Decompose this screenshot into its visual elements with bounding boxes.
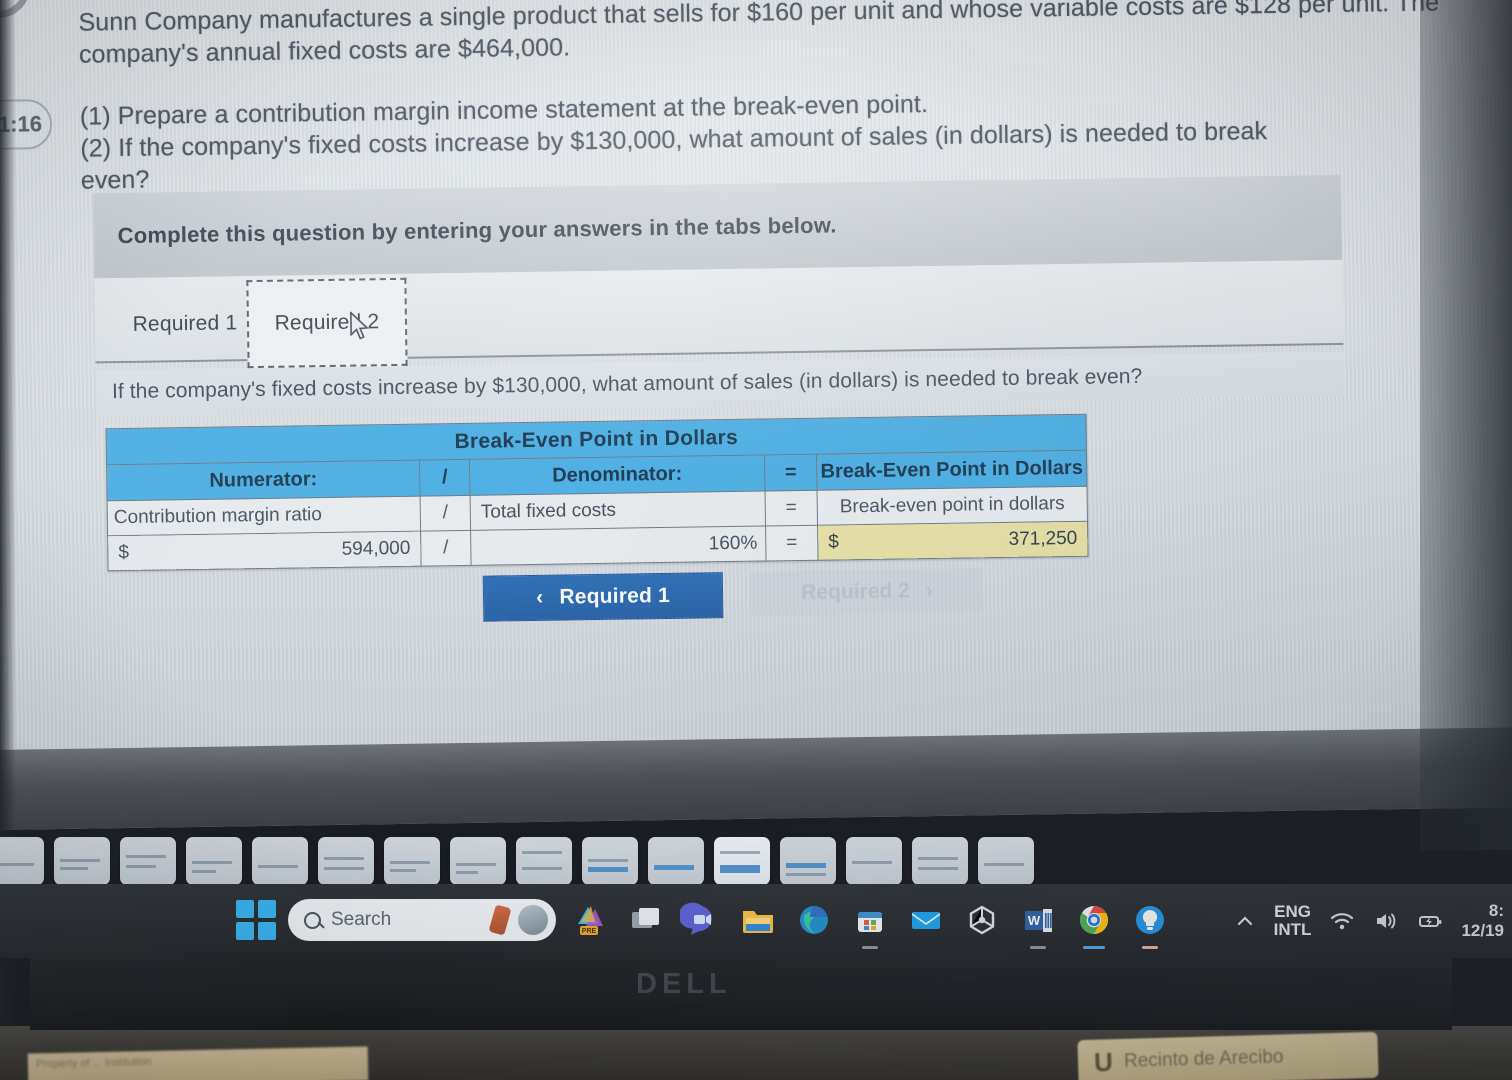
navigation-buttons: ‹ Required 1 Required 2 › [482, 568, 984, 622]
thumbnail-item[interactable] [780, 837, 836, 885]
word-icon[interactable]: W [1016, 898, 1060, 949]
dell-brand-logo: DELL [636, 968, 732, 1000]
photo-right-shadow [1420, 0, 1512, 850]
header-slash: / [419, 459, 471, 497]
thumbnail-item[interactable] [582, 837, 638, 885]
laptop-screen: :01:16 Sunn Company manufactures a singl… [0, 0, 1512, 830]
numerator-value: 594,000 [341, 537, 411, 560]
lightbulb-app-icon[interactable] [1128, 898, 1172, 949]
campus-sticker-text: Recinto de Arecibo [1123, 1046, 1284, 1072]
header-denominator: Denominator: [469, 455, 766, 496]
running-indicator-active [1083, 945, 1105, 949]
mail-icon[interactable] [904, 898, 948, 942]
chevron-left-icon: ‹ [536, 585, 544, 609]
header-result: Break-Even Point in Dollars [816, 450, 1087, 491]
task-view-icon[interactable] [624, 898, 668, 942]
tab-required-2[interactable]: Required 2 [246, 277, 408, 369]
search-icon [304, 911, 321, 929]
svg-text:PRE: PRE [582, 928, 597, 935]
volume-icon[interactable] [1373, 910, 1399, 932]
chat-teams-icon[interactable] [678, 898, 724, 942]
instruction-banner-text: Complete this question by entering your … [117, 211, 837, 248]
thumbnail-item[interactable] [846, 837, 902, 885]
thumbnail-item[interactable] [912, 837, 968, 885]
battery-charging-icon[interactable] [1417, 910, 1443, 932]
required-2-next-label: Required 2 [801, 579, 910, 604]
break-even-table: Break-Even Point in Dollars Numerator: /… [106, 414, 1089, 572]
thumbnail-item[interactable] [384, 837, 440, 885]
wifi-icon[interactable] [1329, 910, 1355, 932]
required-1-prev-button[interactable]: ‹ Required 1 [482, 572, 724, 622]
laptop-bottom-bezel [30, 952, 1452, 1030]
result-currency: $ [828, 531, 840, 553]
clock[interactable]: 8: 12/19 [1461, 901, 1504, 941]
value-numerator-cell[interactable]: $ 594,000 [107, 531, 422, 571]
language-line-1: ENG [1274, 901, 1311, 921]
value-equals: = [765, 525, 819, 561]
search-illustration-icon [488, 904, 512, 936]
edge-icon[interactable] [792, 898, 836, 942]
thumbnail-item[interactable] [120, 837, 176, 885]
task-view-thumbnail-strip[interactable] [0, 832, 1368, 890]
taskbar-center-group: Search PRE W [236, 890, 1172, 950]
chrome-icon[interactable] [1072, 898, 1116, 949]
microsoft-store-icon[interactable] [848, 898, 892, 949]
windows-taskbar: Search PRE W ENG INTL 8: 12/19 [0, 884, 1512, 958]
clock-date: 12/19 [1461, 921, 1504, 940]
header-numerator: Numerator: [106, 460, 421, 501]
language-line-2: INTL [1273, 920, 1312, 939]
mouse-cursor [349, 311, 369, 340]
header-equals: = [764, 454, 818, 491]
search-input[interactable]: Search [288, 899, 556, 941]
search-avatar-icon [518, 905, 548, 935]
show-hidden-icons-chevron-up-icon[interactable] [1234, 910, 1256, 932]
paint-3d-icon[interactable] [960, 898, 1004, 942]
label-denominator[interactable]: Total fixed costs [470, 490, 766, 531]
denominator-value[interactable]: 160% [470, 525, 767, 566]
start-button-icon[interactable] [236, 900, 276, 940]
thumbnail-item[interactable] [978, 837, 1034, 885]
required-1-prev-label: Required 1 [559, 583, 671, 609]
running-indicator [1030, 945, 1046, 949]
copilot-pre-icon[interactable]: PRE [568, 898, 612, 942]
thumbnail-item[interactable] [516, 837, 572, 885]
thumbnail-item[interactable] [186, 837, 242, 885]
thumbnail-item[interactable] [318, 837, 374, 885]
tab-required-1[interactable]: Required 1 [110, 284, 259, 363]
thumbnail-item[interactable] [648, 837, 704, 885]
running-indicator [862, 945, 878, 949]
system-tray: ENG INTL 8: 12/19 [1234, 884, 1504, 958]
thumbnail-item-active[interactable] [714, 837, 770, 885]
svg-text:W: W [1028, 913, 1041, 928]
result-value: 371,250 [1008, 527, 1078, 550]
photo-of-laptop-screen: :01:16 Sunn Company manufactures a singl… [0, 0, 1512, 1080]
chevron-right-icon: › [925, 579, 933, 603]
campus-sticker-right: U Recinto de Arecibo [1077, 1031, 1379, 1080]
search-placeholder: Search [331, 909, 392, 930]
result-answer-cell[interactable]: $ 371,250 [817, 521, 1089, 561]
required-2-next-button: Required 2 › [750, 568, 984, 616]
running-indicator [1142, 945, 1158, 949]
label-numerator[interactable]: Contribution margin ratio [107, 496, 421, 536]
thumbnail-item[interactable] [0, 837, 44, 885]
value-slash: / [420, 530, 472, 567]
label-equals: = [765, 490, 818, 526]
thumbnail-item[interactable] [450, 837, 506, 885]
label-slash: / [420, 495, 471, 532]
thumbnail-item[interactable] [54, 837, 110, 885]
university-u-logo-icon: U [1093, 1046, 1114, 1078]
numerator-currency: $ [118, 541, 130, 564]
thumbnail-item[interactable] [252, 837, 308, 885]
label-result: Break-even point in dollars [817, 486, 1088, 526]
tab-required-1-label: Required 1 [132, 310, 238, 336]
clock-time: 8: [1488, 900, 1504, 920]
language-indicator[interactable]: ENG INTL [1273, 901, 1312, 940]
file-explorer-icon[interactable] [736, 898, 780, 942]
